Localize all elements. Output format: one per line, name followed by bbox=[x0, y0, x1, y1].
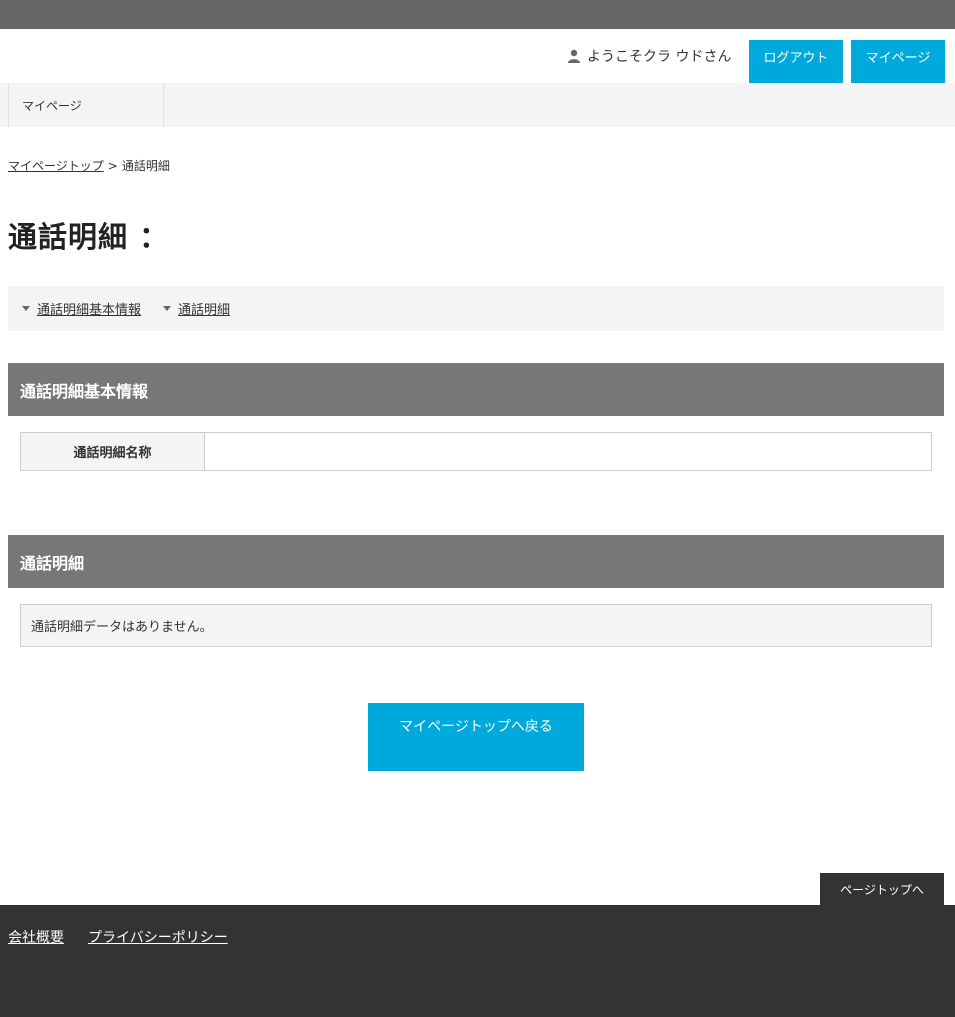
table-row-value bbox=[205, 433, 931, 470]
global-nav: マイページ bbox=[0, 83, 955, 127]
user-icon bbox=[568, 49, 580, 63]
footer-links: 会社概要 プライバシーポリシー bbox=[8, 927, 252, 947]
breadcrumb-home-link[interactable]: マイページトップ bbox=[8, 157, 104, 174]
breadcrumb-separator: > bbox=[107, 158, 118, 173]
nav-item-mypage[interactable]: マイページ bbox=[8, 83, 164, 127]
table-row-label: 通話明細名称 bbox=[21, 433, 205, 470]
anchor-link-label: 通話明細基本情報 bbox=[37, 303, 142, 318]
footer: 会社概要 プライバシーポリシー bbox=[0, 905, 955, 1017]
anchor-nav: 通話明細基本情報 通話明細 bbox=[8, 286, 944, 331]
breadcrumb-current: 通話明細 bbox=[121, 159, 170, 173]
breadcrumb: マイページトップ > 通話明細 bbox=[8, 157, 170, 174]
basic-info-table: 通話明細名称 bbox=[20, 432, 932, 471]
anchor-link-label: 通話明細 bbox=[178, 303, 231, 318]
user-greeting: ようこそクラ ウドさん bbox=[567, 46, 731, 66]
anchor-link-basic-info[interactable]: 通話明細基本情報 bbox=[22, 299, 141, 318]
triangle-down-icon bbox=[22, 306, 30, 311]
anchor-link-call-detail[interactable]: 通話明細 bbox=[163, 299, 230, 318]
triangle-down-icon bbox=[163, 306, 172, 311]
empty-message: 通話明細データはありません。 bbox=[20, 604, 932, 647]
logout-button[interactable]: ログアウト bbox=[749, 40, 843, 84]
section-header-call-detail: 通話明細 bbox=[8, 535, 944, 588]
footer-link-privacy[interactable]: プライバシーポリシー bbox=[88, 927, 228, 947]
greeting-text: ようこそクラ ウドさん bbox=[587, 49, 732, 65]
top-bar bbox=[0, 0, 955, 29]
page-title: 通話明細 ： bbox=[8, 220, 170, 254]
mypage-button[interactable]: マイページ bbox=[851, 40, 945, 84]
footer-link-company[interactable]: 会社概要 bbox=[8, 927, 64, 947]
back-to-mypage-button[interactable]: マイページトップへ戻る bbox=[368, 703, 584, 771]
page-top-button[interactable]: ページトップへ bbox=[820, 873, 944, 905]
section-header-basic-info: 通話明細基本情報 bbox=[8, 363, 944, 416]
